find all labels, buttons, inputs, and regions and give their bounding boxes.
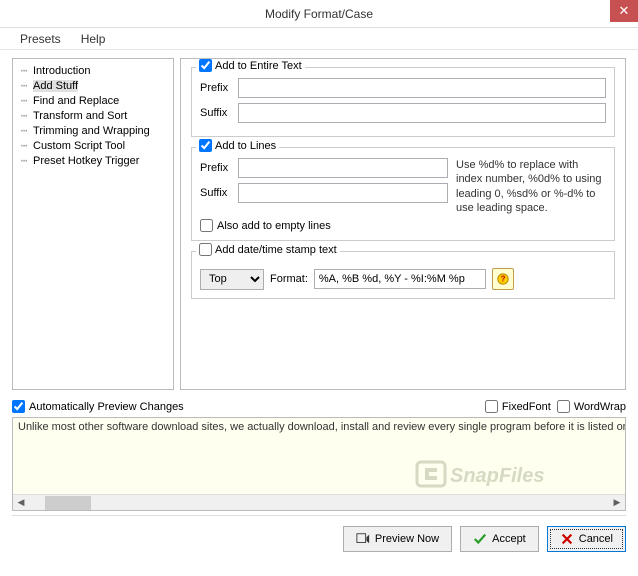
lines-prefix-label: Prefix <box>200 162 232 174</box>
svg-text:?: ? <box>501 275 506 284</box>
preview-area: Unlike most other software download site… <box>12 417 626 511</box>
entire-suffix-input[interactable] <box>238 103 606 123</box>
entire-prefix-input[interactable] <box>238 78 606 98</box>
group-entire-text: Add to Entire Text Prefix Suffix <box>191 67 615 137</box>
entire-text-checkbox[interactable] <box>199 59 212 72</box>
tree-item-transform-sort[interactable]: ⋯Transform and Sort <box>17 108 169 123</box>
auto-preview-label: Automatically Preview Changes <box>29 401 184 413</box>
prefix-label: Prefix <box>200 82 232 94</box>
lines-suffix-input[interactable] <box>238 183 448 203</box>
tree-dash-icon: ⋯ <box>17 79 31 92</box>
menu-help[interactable]: Help <box>71 29 116 49</box>
tree-dash-icon: ⋯ <box>17 94 31 107</box>
menu-presets[interactable]: Presets <box>10 29 71 49</box>
tree-item-introduction[interactable]: ⋯Introduction <box>17 63 169 78</box>
legend-datetime: Add date/time stamp text <box>196 243 340 256</box>
suffix-label: Suffix <box>200 107 232 119</box>
menu-bar: Presets Help <box>0 28 638 50</box>
tree-dash-icon: ⋯ <box>17 139 31 152</box>
preview-text: Unlike most other software download site… <box>13 418 625 436</box>
word-wrap-checkbox[interactable] <box>557 400 570 413</box>
svg-text:SnapFiles: SnapFiles <box>450 465 544 487</box>
legend-entire-text: Add to Entire Text <box>196 59 305 72</box>
tree-item-trimming-wrapping[interactable]: ⋯Trimming and Wrapping <box>17 123 169 138</box>
snapfiles-watermark: SnapFiles <box>415 456 615 494</box>
close-button[interactable]: ✕ <box>610 0 638 22</box>
category-tree[interactable]: ⋯Introduction ⋯Add Stuff ⋯Find and Repla… <box>12 58 174 390</box>
entire-text-label: Add to Entire Text <box>215 60 302 72</box>
format-label: Format: <box>270 273 308 285</box>
cancel-button[interactable]: Cancel <box>547 526 626 552</box>
content-wrap: ⋯Introduction ⋯Add Stuff ⋯Find and Repla… <box>0 50 638 398</box>
datetime-format-input[interactable] <box>314 269 486 289</box>
help-icon: ? <box>496 272 510 286</box>
cancel-icon <box>560 532 574 546</box>
datetime-label: Add date/time stamp text <box>215 244 337 256</box>
scroll-right-arrow-icon[interactable]: ▶ <box>609 495 625 511</box>
scroll-left-arrow-icon[interactable]: ◀ <box>13 495 29 511</box>
check-icon <box>473 532 487 546</box>
button-bar: Preview Now Accept Cancel <box>0 516 638 562</box>
datetime-position-select[interactable]: Top <box>200 269 264 290</box>
accept-button[interactable]: Accept <box>460 526 539 552</box>
tree-item-find-replace[interactable]: ⋯Find and Replace <box>17 93 169 108</box>
empty-lines-label: Also add to empty lines <box>217 220 331 232</box>
lines-prefix-input[interactable] <box>238 158 448 178</box>
lines-checkbox[interactable] <box>199 139 212 152</box>
fixed-font-label: FixedFont <box>502 401 551 413</box>
tree-item-add-stuff[interactable]: ⋯Add Stuff <box>17 78 169 93</box>
preview-now-button[interactable]: Preview Now <box>343 526 452 552</box>
auto-preview-checkbox[interactable] <box>12 400 25 413</box>
lines-label: Add to Lines <box>215 140 276 152</box>
scroll-thumb[interactable] <box>45 496 91 510</box>
word-wrap-label: WordWrap <box>574 401 626 413</box>
preview-icon <box>356 532 370 546</box>
horizontal-scrollbar[interactable]: ◀ ▶ <box>13 494 625 510</box>
tree-dash-icon: ⋯ <box>17 109 31 122</box>
group-datetime: Add date/time stamp text Top Format: ? <box>191 251 615 299</box>
tree-dash-icon: ⋯ <box>17 154 31 167</box>
group-lines: Add to Lines Prefix Suffix Use %d% to re… <box>191 147 615 241</box>
legend-lines: Add to Lines <box>196 139 279 152</box>
tree-dash-icon: ⋯ <box>17 124 31 137</box>
close-icon: ✕ <box>619 3 630 19</box>
options-row: Automatically Preview Changes FixedFont … <box>0 398 638 417</box>
settings-panel: Add to Entire Text Prefix Suffix Add to … <box>180 58 626 390</box>
lines-suffix-label: Suffix <box>200 187 232 199</box>
tree-dash-icon: ⋯ <box>17 64 31 77</box>
fixed-font-checkbox[interactable] <box>485 400 498 413</box>
tree-item-custom-script[interactable]: ⋯Custom Script Tool <box>17 138 169 153</box>
empty-lines-checkbox[interactable] <box>200 219 213 232</box>
format-help-button[interactable]: ? <box>492 268 514 290</box>
tree-item-hotkey-trigger[interactable]: ⋯Preset Hotkey Trigger <box>17 153 169 168</box>
title-bar: Modify Format/Case ✕ <box>0 0 638 28</box>
window-title: Modify Format/Case <box>265 7 373 21</box>
datetime-checkbox[interactable] <box>199 243 212 256</box>
lines-hint: Use %d% to replace with index number, %0… <box>456 158 606 215</box>
